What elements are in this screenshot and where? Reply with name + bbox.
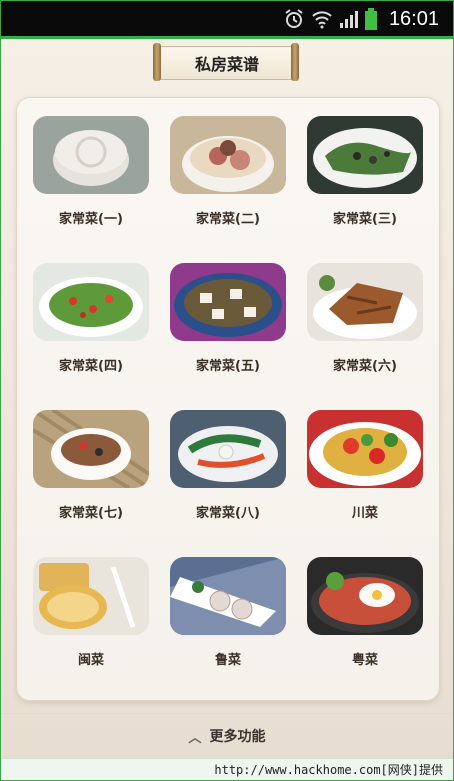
battery-icon — [364, 8, 377, 30]
recipe-image — [170, 116, 286, 194]
recipe-label: 家常菜(二) — [196, 212, 260, 227]
recipe-item-chuancai[interactable]: 川菜 — [307, 410, 443, 530]
recipe-image — [307, 410, 423, 488]
signal-icon — [339, 11, 358, 28]
scroll-rod-right — [291, 43, 299, 81]
recipe-label: 鲁菜 — [214, 653, 241, 668]
recipe-image — [307, 557, 423, 635]
recipe-image — [307, 263, 423, 341]
status-bar: 16:01 — [1, 1, 453, 36]
recipe-item-mincai[interactable]: 闽菜 — [33, 557, 169, 677]
watermark: http://www.hackhome.com[网侠]提供 — [1, 758, 453, 780]
more-functions-label: 更多功能 — [209, 729, 266, 745]
recipe-image — [307, 116, 423, 194]
watermark-text: http://www.hackhome.com[网侠]提供 — [214, 763, 443, 777]
recipe-label: 家常菜(七) — [59, 506, 123, 521]
recipe-image — [33, 263, 149, 341]
recipe-label: 家常菜(四) — [59, 359, 123, 374]
recipe-item-jiachang-3[interactable]: 家常菜(三) — [307, 116, 443, 236]
status-icons: 16:01 — [283, 7, 439, 31]
recipe-panel: 家常菜(一) 家常菜(二) 家常菜(三) 家常菜(四) 家常菜(五) 家常菜(六… — [16, 97, 440, 701]
recipe-item-jiachang-4[interactable]: 家常菜(四) — [33, 263, 169, 383]
recipe-item-jiachang-2[interactable]: 家常菜(二) — [170, 116, 306, 236]
alarm-icon — [285, 9, 303, 28]
recipe-image — [170, 557, 286, 635]
recipe-item-jiachang-8[interactable]: 家常菜(八) — [170, 410, 306, 530]
recipe-image — [33, 410, 149, 488]
recipe-label: 闽菜 — [77, 653, 104, 668]
recipe-item-jiachang-6[interactable]: 家常菜(六) — [307, 263, 443, 383]
more-functions-button[interactable]: ︿ 更多功能 — [1, 713, 453, 758]
recipe-label: 粤菜 — [351, 653, 378, 668]
recipe-image — [170, 263, 286, 341]
recipe-item-lucai[interactable]: 鲁菜 — [170, 557, 306, 677]
recipe-label: 家常菜(一) — [59, 212, 123, 227]
recipe-image — [33, 557, 149, 635]
device-frame: 16:01 私房菜谱 家常菜(一) 家常菜(二) 家常菜(三) 家常菜(四) 家… — [0, 0, 454, 781]
recipe-label: 家常菜(六) — [333, 359, 397, 374]
page-title: 私房菜谱 — [159, 46, 295, 80]
status-time: 16:01 — [388, 7, 439, 30]
scroll-rod-left — [153, 43, 161, 81]
wifi-icon — [312, 11, 332, 29]
chevron-up-icon: ︿ — [188, 730, 202, 746]
title-banner: 私房菜谱 — [153, 43, 299, 81]
recipe-grid: 家常菜(一) 家常菜(二) 家常菜(三) 家常菜(四) 家常菜(五) 家常菜(六… — [17, 98, 439, 700]
recipe-label: 家常菜(三) — [333, 212, 397, 227]
app-content: 私房菜谱 家常菜(一) 家常菜(二) 家常菜(三) 家常菜(四) 家常菜(五) … — [1, 39, 453, 780]
recipe-image — [33, 116, 149, 194]
recipe-item-jiachang-7[interactable]: 家常菜(七) — [33, 410, 169, 530]
recipe-label: 川菜 — [351, 506, 378, 521]
recipe-item-yuecai[interactable]: 粤菜 — [307, 557, 443, 677]
recipe-item-jiachang-1[interactable]: 家常菜(一) — [33, 116, 169, 236]
recipe-label: 家常菜(五) — [196, 359, 260, 374]
recipe-label: 家常菜(八) — [196, 506, 260, 521]
recipe-item-jiachang-5[interactable]: 家常菜(五) — [170, 263, 306, 383]
recipe-image — [170, 410, 286, 488]
